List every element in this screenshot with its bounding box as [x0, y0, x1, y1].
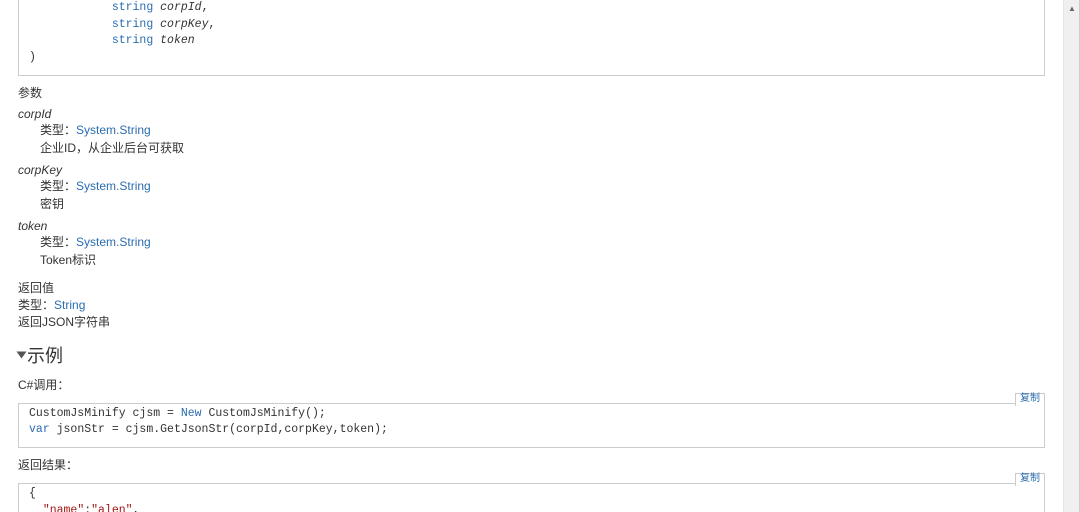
call-codebox: 复制 CustomJsMinify cjsm = New CustomJsMin…	[18, 403, 1045, 448]
return-type-line: 类型：String	[18, 296, 1045, 313]
copy-button[interactable]: 复制	[1015, 393, 1045, 406]
code-line: var jsonStr = cjsm.GetJsonStr(corpId,cor…	[29, 422, 1034, 439]
code-line: {	[29, 486, 1034, 503]
doc-content: string corpId, string corpKey, string to…	[0, 0, 1063, 512]
result-label: 返回结果：	[18, 456, 1045, 473]
return-label: 返回值	[18, 279, 1045, 296]
caret-down-icon	[17, 351, 27, 358]
call-label: C#调用：	[18, 376, 1045, 393]
params-heading: 参数	[18, 84, 1045, 101]
type-link[interactable]: System.String	[76, 235, 151, 249]
scroll-up-icon[interactable]: ▲	[1064, 0, 1080, 16]
doc-viewport: string corpId, string corpKey, string to…	[0, 0, 1080, 512]
param-type-line: 类型：System.String	[40, 233, 1045, 251]
param-type-line: 类型：System.String	[40, 177, 1045, 195]
param-desc: Token标识	[40, 251, 1045, 269]
example-header-text: 示例	[27, 346, 63, 366]
code-line: "name":"alen",	[29, 503, 1034, 512]
param-type-line: 类型：System.String	[40, 121, 1045, 139]
param-name: token	[18, 219, 1045, 233]
copy-button[interactable]: 复制	[1015, 473, 1045, 486]
vertical-scrollbar[interactable]: ▲	[1063, 0, 1079, 512]
signature-line: string token	[29, 33, 1034, 50]
signature-line: string corpKey,	[29, 17, 1034, 34]
return-desc: 返回JSON字符串	[18, 313, 1045, 330]
param-desc: 密钥	[40, 195, 1045, 213]
return-type-link[interactable]: String	[54, 298, 85, 312]
result-codebox: 复制 { "name":"alen", "age":18, "permissio…	[18, 483, 1045, 512]
type-link[interactable]: System.String	[76, 179, 151, 193]
param-name: corpKey	[18, 163, 1045, 177]
signature-close: )	[29, 50, 1034, 67]
signature-line: string corpId,	[29, 0, 1034, 17]
signature-codebox: string corpId, string corpKey, string to…	[18, 0, 1045, 76]
param-desc: 企业ID，从企业后台可获取	[40, 139, 1045, 157]
code-line: CustomJsMinify cjsm = New CustomJsMinify…	[29, 406, 1034, 423]
type-link[interactable]: System.String	[76, 123, 151, 137]
return-type-prefix: 类型：	[18, 298, 54, 312]
example-header[interactable]: 示例	[18, 342, 1045, 368]
param-name: corpId	[18, 107, 1045, 121]
